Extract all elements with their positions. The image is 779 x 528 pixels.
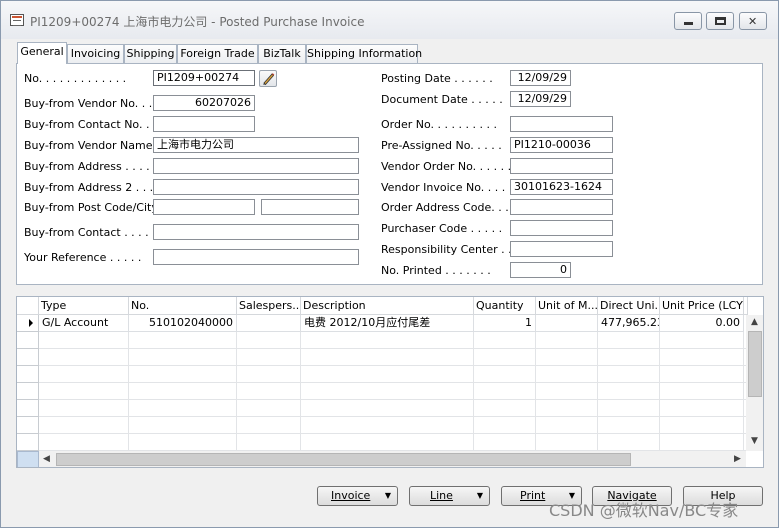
horizontal-scrollbar[interactable]: ◀ ▶ <box>39 451 746 467</box>
document-date-field[interactable]: 12/09/29 <box>510 91 571 107</box>
row-selector[interactable] <box>17 349 39 366</box>
col-header-unit-of-measure[interactable]: Unit of M... <box>536 297 598 315</box>
watermark: CSDN @微软Nav/BC专家 <box>549 501 739 520</box>
your-reference-label: Your Reference . . . . . <box>24 251 142 264</box>
title-bar: PI1209+00274 上海市电力公司 - Posted Purchase I… <box>1 1 778 39</box>
tab-shipping-information[interactable]: Shipping Information <box>306 44 422 64</box>
no-printed-label: No. Printed . . . . . . . <box>381 264 491 277</box>
pencil-icon <box>263 73 275 86</box>
new-row-selector[interactable] <box>17 451 39 467</box>
maximize-button[interactable] <box>706 12 734 30</box>
current-row-arrow-icon <box>29 319 33 327</box>
row-selector[interactable] <box>17 332 39 349</box>
order-no-field[interactable] <box>510 116 613 132</box>
invoice-lines-grid: Type No. Salespers... Description Quanti… <box>16 296 764 468</box>
purchaser-code-field[interactable] <box>510 220 613 236</box>
document-date-label: Document Date . . . . . <box>381 93 503 106</box>
grid-lines <box>39 332 746 451</box>
buy-from-contact-no-label: Buy-from Contact No. . . <box>24 118 157 131</box>
vendor-order-no-field[interactable] <box>510 158 613 174</box>
purchaser-code-label: Purchaser Code . . . . . <box>381 222 503 235</box>
scroll-right-icon[interactable]: ▶ <box>734 455 741 464</box>
horizontal-scroll-thumb[interactable] <box>56 453 631 466</box>
order-no-label: Order No. . . . . . . . . . <box>381 118 497 131</box>
col-header-quantity[interactable]: Quantity <box>474 297 536 315</box>
scroll-up-icon[interactable]: ▲ <box>751 318 758 327</box>
col-header-unit-price-lcy[interactable]: Unit Price (LCY) <box>660 297 744 315</box>
buy-from-vendor-no-field[interactable]: 60207026 <box>153 95 255 111</box>
pre-assigned-no-label: Pre-Assigned No. . . . . <box>381 139 502 152</box>
vertical-scroll-thumb[interactable] <box>748 331 762 397</box>
minimize-button[interactable] <box>674 12 702 30</box>
no-printed-field: 0 <box>510 262 571 278</box>
print-button-label: Print <box>520 489 546 502</box>
tab-foreign-trade[interactable]: Foreign Trade <box>177 44 258 64</box>
buy-from-vendor-no-label: Buy-from Vendor No. . . . <box>24 97 160 110</box>
edit-button[interactable] <box>259 70 277 87</box>
col-header-description[interactable]: Description <box>301 297 474 315</box>
close-button[interactable]: ✕ <box>739 12 767 30</box>
invoice-menu-button[interactable]: Invoice ▼ <box>317 486 398 506</box>
row-selector[interactable] <box>17 383 39 400</box>
no-field[interactable]: PI1209+00274 <box>153 70 255 86</box>
buy-from-vendor-name-label: Buy-from Vendor Name <box>24 139 153 152</box>
row-selector-current[interactable] <box>17 315 39 332</box>
no-label: No. . . . . . . . . . . . . <box>24 72 127 85</box>
buy-from-contact-label: Buy-from Contact . . . . <box>24 226 149 239</box>
buy-from-address-label: Buy-from Address . . . . <box>24 160 150 173</box>
row-selector[interactable] <box>17 366 39 383</box>
line-button-label: Line <box>430 489 453 502</box>
scroll-down-icon[interactable]: ▼ <box>751 437 758 446</box>
vendor-invoice-no-label: Vendor Invoice No. . . . <box>381 181 506 194</box>
responsibility-center-label: Responsibility Center . . <box>381 243 512 256</box>
buy-from-post-code-field[interactable] <box>153 199 255 215</box>
row-selector[interactable] <box>17 417 39 434</box>
maximize-icon <box>715 17 726 25</box>
col-header-salesperson[interactable]: Salespers... <box>237 297 301 315</box>
buy-from-address-field[interactable] <box>153 158 359 174</box>
tab-shipping[interactable]: Shipping <box>124 44 177 64</box>
posted-purchase-invoice-window: PI1209+00274 上海市电力公司 - Posted Purchase I… <box>0 0 779 528</box>
col-header-direct-unit-cost[interactable]: Direct Uni... <box>598 297 660 315</box>
buy-from-city-field[interactable] <box>261 199 359 215</box>
vertical-scrollbar[interactable]: ▲ ▼ <box>746 315 763 451</box>
your-reference-field[interactable] <box>153 249 359 265</box>
buy-from-post-code-city-label: Buy-from Post Code/City <box>24 201 158 214</box>
buy-from-address-2-label: Buy-from Address 2 . . . . <box>24 181 161 194</box>
invoice-button-label: Invoice <box>331 489 371 502</box>
posting-date-label: Posting Date . . . . . . <box>381 72 493 85</box>
line-menu-button[interactable]: Line ▼ <box>409 486 490 506</box>
vendor-invoice-no-field[interactable]: 30101623-1624 <box>510 179 613 195</box>
dropdown-arrow-icon: ▼ <box>476 491 483 500</box>
buy-from-address-2-field[interactable] <box>153 179 359 195</box>
col-header-more[interactable]: L <box>744 297 748 315</box>
pre-assigned-no-field[interactable]: PI1210-00036 <box>510 137 613 153</box>
close-icon: ✕ <box>748 15 758 28</box>
posting-date-field[interactable]: 12/09/29 <box>510 70 571 86</box>
vendor-order-no-label: Vendor Order No. . . . . . <box>381 160 512 173</box>
window-title: PI1209+00274 上海市电力公司 - Posted Purchase I… <box>30 15 365 29</box>
minimize-icon <box>684 22 693 25</box>
responsibility-center-field[interactable] <box>510 241 613 257</box>
col-header-type[interactable]: Type <box>39 297 129 315</box>
order-address-code-label: Order Address Code. . . <box>381 201 509 214</box>
row-selector[interactable] <box>17 434 39 451</box>
row-selector[interactable] <box>17 400 39 417</box>
buy-from-contact-no-field[interactable] <box>153 116 255 132</box>
row-header-corner <box>17 297 39 315</box>
tab-biztalk[interactable]: BizTalk <box>258 44 306 64</box>
order-address-code-field[interactable] <box>510 199 613 215</box>
form-icon <box>10 14 24 26</box>
buy-from-vendor-name-field[interactable]: 上海市电力公司 <box>153 137 359 153</box>
scroll-left-icon[interactable]: ◀ <box>43 455 50 464</box>
buy-from-contact-field[interactable] <box>153 224 359 240</box>
tab-general[interactable]: General <box>17 42 67 64</box>
tab-invoicing[interactable]: Invoicing <box>67 44 124 64</box>
dropdown-arrow-icon: ▼ <box>384 491 391 500</box>
col-header-no[interactable]: No. <box>129 297 237 315</box>
